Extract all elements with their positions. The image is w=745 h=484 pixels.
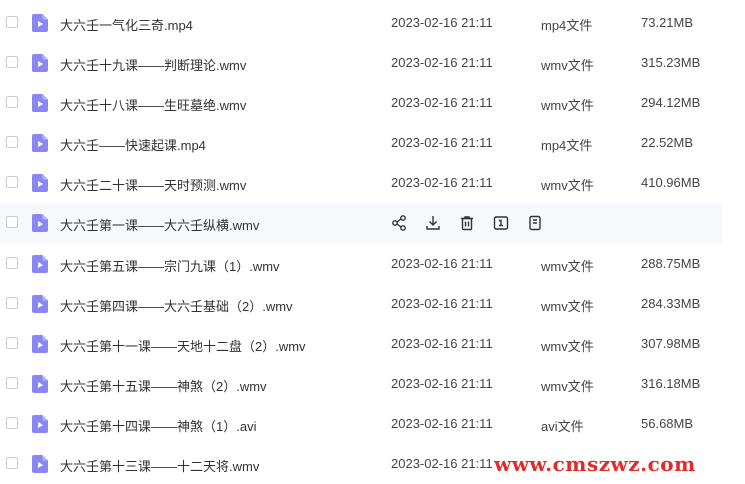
download-icon[interactable] [424, 214, 442, 232]
file-row[interactable]: 大六壬二十课——天时预测.wmv 2023-02-16 21:11 wmv文件 410… [0, 163, 722, 203]
file-name[interactable]: 大六壬二十课——天时预测.wmv [60, 175, 246, 194]
file-type: wmv文件 [541, 58, 594, 74]
file-row[interactable]: 大六壬第十一课——天地十二盘（2）.wmv 2023-02-16 21:11 wmv… [0, 324, 722, 364]
file-name[interactable]: 大六壬第十四课——神煞（1）.avi [60, 416, 256, 435]
file-row[interactable]: 大六壬第五课——宗门九课（1）.wmv 2023-02-16 21:11 wmv文件… [0, 244, 722, 284]
file-size: 22.52MB [641, 135, 694, 151]
file-type: wmv文件 [541, 258, 594, 274]
file-name[interactable]: 大六壬第十五课——神煞（2）.wmv [60, 376, 267, 395]
video-file-icon [32, 294, 48, 313]
video-file-icon [32, 134, 48, 153]
file-row[interactable]: 大六壬一气化三奇.mp4 2023-02-16 21:11 mp4文件 73.21MB [0, 3, 722, 43]
file-name[interactable]: 大六壬第五课——宗门九课（1）.wmv [60, 256, 280, 275]
file-date: 2023-02-16 21:11 [391, 415, 493, 431]
row-checkbox[interactable] [6, 416, 18, 429]
delete-icon[interactable] [458, 214, 476, 232]
file-row[interactable]: 大六壬十九课——判断理论.wmv 2023-02-16 21:11 wmv文件 315… [0, 43, 722, 83]
video-file-icon [32, 214, 48, 233]
row-checkbox[interactable] [6, 376, 18, 389]
file-size: 288.75MB [641, 255, 701, 271]
file-type: wmv文件 [541, 98, 594, 114]
video-file-icon [32, 54, 48, 73]
file-date: 2023-02-16 21:11 [391, 135, 493, 151]
video-file-icon [32, 374, 48, 393]
file-size: 284.33MB [641, 295, 701, 311]
file-date: 2023-02-16 21:11 [391, 15, 493, 30]
video-file-icon [32, 254, 48, 273]
file-date: 2023-02-16 21:11 [391, 456, 493, 472]
file-row[interactable]: 大六壬第十五课——神煞（2）.wmv 2023-02-16 21:11 wmv文件 3… [0, 364, 722, 404]
file-size: 73.21MB [641, 15, 694, 30]
video-file-icon [32, 174, 48, 193]
file-size: 316.18MB [641, 375, 701, 391]
file-date: 2023-02-16 21:11 [391, 175, 493, 191]
row-checkbox[interactable] [6, 96, 18, 109]
file-list: 大六壬一气化三奇.mp4 2023-02-16 21:11 mp4文件 73.21MB… [0, 3, 745, 484]
file-name[interactable]: 大六壬第一课——大六壬纵横.wmv [60, 215, 259, 234]
file-name[interactable]: 大六壬第四课——大六壬基础（2）.wmv [60, 296, 293, 315]
file-row[interactable]: 大六壬第一课——大六壬纵横.wmv [0, 203, 722, 244]
file-size: 294.12MB [641, 95, 701, 111]
video-file-icon [32, 94, 48, 113]
file-date: 2023-02-16 21:11 [391, 295, 493, 311]
row-checkbox[interactable] [6, 336, 18, 349]
video-file-icon [32, 414, 48, 433]
file-name[interactable]: 大六壬一气化三奇.mp4 [60, 15, 193, 34]
file-row[interactable]: 大六壬第十四课——神煞（1）.avi 2023-02-16 21:11 avi文件 5… [0, 404, 722, 444]
file-name[interactable]: 大六壬十九课——判断理论.wmv [60, 55, 246, 74]
file-size: 410.96MB [641, 175, 701, 191]
row-checkbox[interactable] [6, 136, 18, 149]
file-size: 315.23MB [641, 55, 701, 71]
file-row[interactable]: 大六壬十八课——生旺墓绝.wmv 2023-02-16 21:11 wmv文件 294… [0, 83, 722, 123]
file-type: mp4文件 [541, 18, 593, 33]
file-size: 307.98MB [641, 335, 701, 351]
share-icon[interactable] [390, 214, 408, 232]
row-checkbox[interactable] [6, 216, 18, 229]
file-date: 2023-02-16 21:11 [391, 255, 493, 271]
row-checkbox[interactable] [6, 16, 18, 28]
file-row[interactable]: 大六壬——快速起课.mp4 2023-02-16 21:11 mp4文件 22.52M… [0, 123, 722, 163]
row-checkbox[interactable] [6, 296, 18, 309]
file-name[interactable]: 大六壬第十三课——十二天将.wmv [60, 456, 259, 475]
row-checkbox[interactable] [6, 176, 18, 189]
file-name[interactable]: 大六壬——快速起课.mp4 [60, 135, 206, 154]
file-type: avi文件 [541, 418, 584, 434]
rename-icon[interactable] [492, 214, 510, 232]
file-type: wmv文件 [541, 178, 594, 194]
row-checkbox[interactable] [6, 56, 18, 69]
file-type: mp4文件 [541, 138, 593, 154]
file-size: 56.68MB [641, 415, 694, 431]
row-checkbox[interactable] [6, 457, 18, 470]
video-file-icon [32, 334, 48, 353]
file-type: wmv文件 [541, 378, 594, 394]
video-file-icon [32, 14, 48, 32]
file-date: 2023-02-16 21:11 [391, 95, 493, 111]
copy-icon[interactable] [526, 214, 544, 232]
file-date: 2023-02-16 21:11 [391, 55, 493, 71]
file-type: wmv文件 [541, 338, 594, 354]
video-file-icon [32, 455, 48, 474]
watermark: www.cmszwz.com [494, 452, 696, 476]
file-date: 2023-02-16 21:11 [391, 335, 493, 351]
row-checkbox[interactable] [6, 256, 18, 269]
file-name[interactable]: 大六壬十八课——生旺墓绝.wmv [60, 95, 246, 114]
file-date: 2023-02-16 21:11 [391, 375, 493, 391]
file-row[interactable]: 大六壬第四课——大六壬基础（2）.wmv 2023-02-16 21:11 wmv文… [0, 284, 722, 324]
file-type: wmv文件 [541, 298, 594, 314]
file-name[interactable]: 大六壬第十一课——天地十二盘（2）.wmv [60, 336, 306, 355]
